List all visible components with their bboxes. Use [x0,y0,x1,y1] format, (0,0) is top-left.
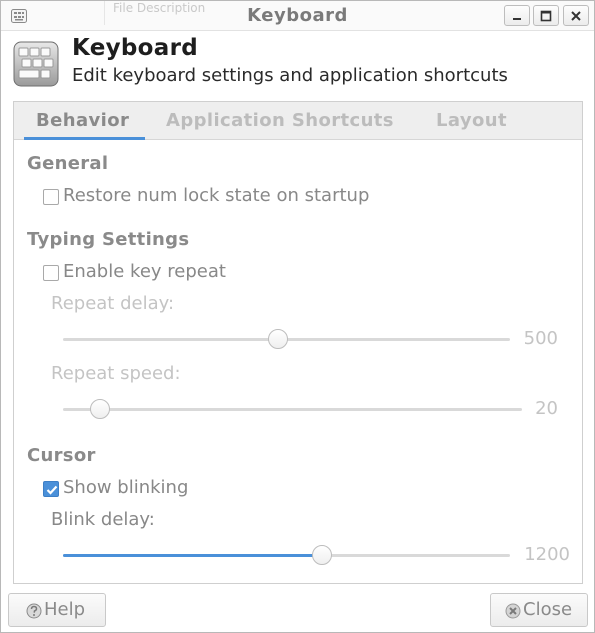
blink-delay-slider[interactable] [63,545,510,565]
close-button-label: Close [523,599,573,620]
blink-delay-value: 1200 [524,544,570,565]
repeat-delay-label: Repeat delay: [51,293,175,314]
repeat-speed-value: 20 [535,398,558,419]
title-bar[interactable]: File Description Keyboard [1,1,594,31]
repeat-delay-slider[interactable] [63,329,510,349]
show-blinking-label[interactable]: Show blinking [63,477,188,498]
close-window-button[interactable] [563,5,589,26]
minimize-button[interactable] [504,5,530,26]
numlock-label[interactable]: Restore num lock state on startup [63,185,369,206]
show-blinking-checkbox[interactable] [43,481,59,497]
maximize-icon [540,10,552,22]
maximize-button[interactable] [533,5,559,26]
close-icon [505,603,521,623]
key-repeat-label[interactable]: Enable key repeat [63,261,226,282]
checkmark-icon [46,485,58,495]
key-repeat-checkbox[interactable] [43,265,59,281]
blink-delay-label: Blink delay: [51,509,155,530]
repeat-delay-value: 500 [523,328,558,349]
tab-bar: Behavior Application Shortcuts Layout [14,102,582,140]
section-cursor-heading: Cursor [27,445,96,466]
tab-application-shortcuts[interactable]: Application Shortcuts [166,110,394,131]
dialog-subtitle: Edit keyboard settings and application s… [72,65,508,86]
repeat-speed-slider-knob[interactable] [90,399,110,419]
tab-layout[interactable]: Layout [436,110,507,131]
minimize-icon [513,18,521,20]
blink-delay-slider-fill [63,554,322,557]
help-icon [26,603,42,623]
repeat-speed-slider[interactable] [63,399,522,419]
settings-notebook: Behavior Application Shortcuts Layout Ge… [13,101,583,584]
section-general-heading: General [27,153,109,174]
section-typing-heading: Typing Settings [27,229,190,250]
close-icon [571,11,581,21]
tab-behavior[interactable]: Behavior [36,110,129,131]
keyboard-settings-window: File Description Keyboard Keyboard Edit … [0,0,595,633]
help-button-label: Help [44,599,86,620]
repeat-speed-label: Repeat speed: [51,363,181,384]
help-button[interactable]: Help [8,593,106,627]
keyboard-icon [13,41,59,87]
numlock-checkbox[interactable] [43,189,59,205]
close-button[interactable]: Close [490,593,588,627]
blink-delay-slider-knob[interactable] [312,545,332,565]
dialog-title: Keyboard [72,35,199,61]
repeat-delay-slider-knob[interactable] [268,329,288,349]
active-tab-indicator [24,137,145,140]
